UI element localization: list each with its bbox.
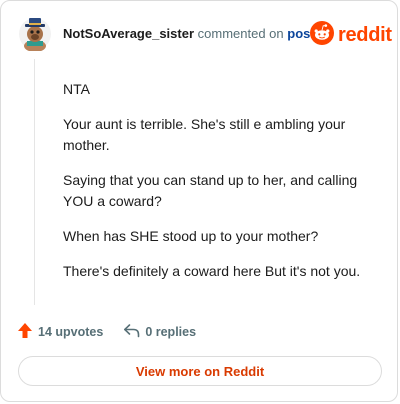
reddit-snoo-icon <box>310 21 334 50</box>
reddit-logo[interactable]: reddit <box>310 21 392 50</box>
comment-actions: 14 upvotes 0 replies <box>17 322 196 342</box>
comment-paragraph: Saying that you can stand up to her, and… <box>63 172 358 209</box>
comment-paragraph: Your aunt is terrible. She's still e amb… <box>63 116 346 153</box>
comment-card: NotSoAverage_sister commented on post re… <box>0 0 398 402</box>
comment-paragraph: When has SHE stood up to your mother? <box>63 228 319 244</box>
thread-line <box>34 59 35 305</box>
reply-count: 0 replies <box>145 325 197 339</box>
upvote-count: 14 upvotes <box>38 325 104 339</box>
username[interactable]: NotSoAverage_sister <box>63 26 194 41</box>
comment-paragraph: There's definitely a coward here But it'… <box>63 263 361 279</box>
action-text: commented on <box>197 26 284 41</box>
view-more-button[interactable]: View more on Reddit <box>18 356 382 386</box>
avatar[interactable] <box>17 15 53 52</box>
reddit-wordmark: reddit <box>338 24 392 46</box>
comment-body: NTA Your aunt is terrible. She's still e… <box>63 79 381 296</box>
upvote-button[interactable]: 14 upvotes <box>17 322 103 342</box>
comment-header: NotSoAverage_sister commented on post <box>63 26 315 41</box>
upvote-arrow-icon <box>17 322 33 342</box>
reply-button[interactable]: 0 replies <box>123 323 196 341</box>
comment-paragraph: NTA <box>63 81 90 97</box>
reply-arrow-icon <box>123 323 140 341</box>
